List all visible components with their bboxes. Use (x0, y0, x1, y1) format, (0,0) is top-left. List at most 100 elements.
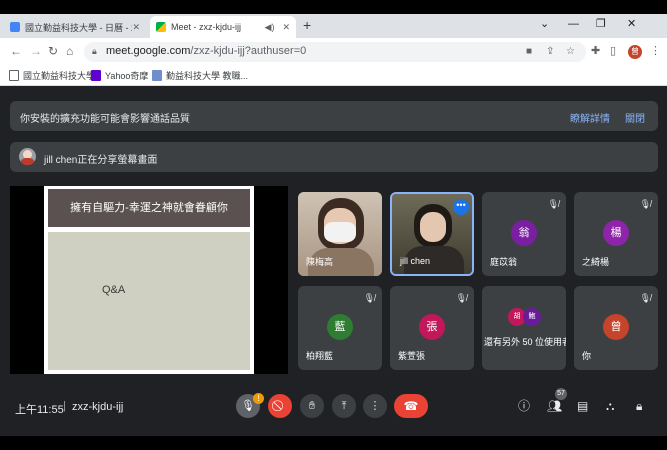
presenting-bar: jill chen正在分享螢幕畫面 (10, 142, 658, 172)
profile-avatar[interactable]: 曾 (628, 45, 642, 59)
info-icon[interactable]: ⓘ (518, 399, 530, 413)
bookmark-label: Yahoo奇摩 (105, 71, 149, 81)
avatar: 鮑 (523, 308, 541, 326)
mic-off-icon: 🎙︎̸ (455, 293, 467, 303)
bookmark-label: 勤益科技大學 教職... (166, 71, 249, 81)
camera-icon[interactable]: ■ (526, 46, 532, 57)
extension-warning-banner: 你安裝的擴充功能可能會影響通話品質 瞭解詳情 關閉 (10, 101, 658, 131)
participant-tile[interactable]: 🎙︎̸ 楊 之綺楊 (574, 192, 658, 276)
avatar: 楊 (603, 220, 629, 246)
home-icon[interactable]: ⌂ (66, 44, 73, 58)
url-host: meet.google.com (106, 45, 191, 57)
slide-text: Q&A (102, 284, 126, 296)
tab-title: Meet - zxz-kjdu-ijj (171, 22, 242, 32)
participant-count-badge: 57 (555, 388, 567, 400)
presenting-text: jill chen正在分享螢幕畫面 (44, 155, 158, 166)
meet-icon (156, 22, 166, 32)
host-controls-icon[interactable]: 🔒︎ (636, 399, 642, 413)
camera-toggle-button[interactable]: ⃠ (268, 394, 292, 418)
participant-name: 紫萱張 (398, 351, 426, 361)
avatar: 張 (419, 314, 445, 340)
back-icon[interactable]: ← (10, 44, 22, 58)
clock: 上午11:55 (15, 404, 64, 416)
close-tab-icon[interactable]: ✕ (282, 22, 290, 33)
url-path: /zxz-kjdu-ijj?authuser=0 (190, 45, 307, 57)
speaker-icon[interactable]: ◀) (265, 22, 275, 33)
slide: 擁有自驅力-幸運之神就會眷顧你 Q&A (44, 186, 254, 374)
bookmark-item[interactable]: Yahoo奇摩 (91, 69, 148, 82)
self-tile[interactable]: 🎙︎̸ 曾 你 (574, 286, 658, 370)
chat-icon[interactable]: ▤ (577, 399, 588, 413)
people-icon[interactable]: 👥︎ (547, 399, 562, 413)
divider: | (63, 400, 66, 412)
tab-meet[interactable]: Meet - zxz-kjdu-ijj ◀) ✕ (150, 16, 296, 38)
tab-bar: 國立勤益科技大學 - 日曆 - 2022年... ✕ Meet - zxz-kj… (0, 14, 667, 38)
slide-body: Q&A (48, 232, 250, 370)
present-button[interactable]: ⤒ (332, 394, 356, 418)
banner-message: 你安裝的擴充功能可能會影響通話品質 (20, 114, 190, 125)
others-tile[interactable]: 胡 鮑 還有另外 50 位使用者 (482, 286, 566, 370)
more-options-button[interactable]: ⋮ (363, 394, 387, 418)
participant-tile[interactable]: ••• jill chen (390, 192, 474, 276)
bottom-bezel (0, 436, 667, 450)
warning-badge: ! (253, 393, 264, 404)
participant-tile[interactable]: 陳梅高 (298, 192, 382, 276)
participant-tile[interactable]: 🎙︎̸ 張 紫萱張 (390, 286, 474, 370)
forward-icon[interactable]: → (30, 44, 42, 58)
toolbar: ← → ↻ ⌂ 🔒︎ meet.google.com/zxz-kjdu-ijj?… (0, 38, 667, 66)
learn-more-link[interactable]: 瞭解詳情 (570, 110, 610, 125)
avatar: 翁 (511, 220, 537, 246)
meeting-code: zxz-kjdu-ijj (72, 401, 124, 413)
bookmark-label: 國立勤益科技大學 (23, 71, 96, 81)
yahoo-icon (91, 70, 101, 81)
participant-name: 柏翔藍 (306, 351, 334, 361)
bookmarks-bar: 國立勤益科技大學 Yahoo奇摩 勤益科技大學 教職... (0, 66, 667, 86)
top-bezel (0, 0, 667, 14)
participant-tile[interactable]: 🎙︎̸ 翁 庭苡翁 (482, 192, 566, 276)
tab-calendar[interactable]: 國立勤益科技大學 - 日曆 - 2022年... ✕ (4, 16, 146, 38)
reload-icon[interactable]: ↻ (48, 44, 58, 58)
mic-off-icon: 🎙︎̸ (363, 293, 375, 303)
participant-name: 你 (582, 351, 592, 361)
mic-off-icon: 🎙︎̸ (639, 199, 651, 209)
sidepanel-icon[interactable]: ▯ (610, 44, 616, 57)
slide-title: 擁有自驅力-幸運之神就會眷顧你 (48, 189, 250, 227)
avatar: 藍 (327, 314, 353, 340)
bookmark-item[interactable]: 國立勤益科技大學 (9, 69, 95, 82)
school-shield-icon (152, 70, 162, 81)
close-window-icon[interactable]: ✕ (627, 18, 636, 30)
tab-title: 國立勤益科技大學 - 日曆 - 2022年... (25, 22, 132, 33)
new-tab-button[interactable]: + (303, 18, 311, 32)
minimize-icon[interactable]: — (568, 18, 579, 30)
participant-tile[interactable]: 🎙︎̸ 藍 柏翔藍 (298, 286, 382, 370)
bookmark-item[interactable]: 勤益科技大學 教職... (152, 69, 248, 82)
avatar: 曾 (603, 314, 629, 340)
participant-name: 庭苡翁 (490, 257, 518, 267)
participant-name: 陳梅高 (306, 257, 334, 267)
screen-share-view[interactable]: 擁有自驅力-幸運之神就會眷顧你 Q&A (10, 186, 288, 374)
presenter-avatar (19, 148, 36, 165)
mic-off-icon: 🎙︎̸ (639, 293, 651, 303)
tab-search-icon[interactable]: ⌄ (540, 18, 549, 30)
dismiss-button[interactable]: 關閉 (625, 110, 645, 125)
others-count-label: 還有另外 50 位使用者 (484, 337, 566, 347)
address-bar[interactable]: 🔒︎ meet.google.com/zxz-kjdu-ijj?authuser… (84, 42, 586, 62)
close-tab-icon[interactable]: ✕ (132, 22, 140, 33)
extensions-icon[interactable]: ✚ (591, 44, 600, 57)
participant-name: jill chen (400, 256, 431, 266)
url-text: meet.google.com/zxz-kjdu-ijj?authuser=0 (106, 45, 306, 57)
activities-icon[interactable]: ⛬ (606, 399, 614, 413)
bookmark-star-icon[interactable]: ☆ (566, 46, 575, 57)
mic-off-icon: 🎙︎̸ (547, 199, 559, 209)
menu-icon[interactable]: ⋮ (650, 44, 661, 57)
calendar-icon (10, 22, 20, 32)
more-options-icon[interactable]: ••• (453, 199, 469, 215)
screen: 國立勤益科技大學 - 日曆 - 2022年... ✕ Meet - zxz-kj… (0, 0, 667, 450)
restore-icon[interactable]: ❐ (596, 18, 606, 30)
share-icon[interactable]: ⇪ (546, 46, 554, 57)
leave-call-button[interactable]: ☎︎ (394, 394, 428, 418)
raise-hand-button[interactable]: ✋︎ (300, 394, 324, 418)
page-icon (9, 70, 19, 81)
participant-name: 之綺楊 (582, 257, 610, 267)
lock-icon[interactable]: 🔒︎ (92, 46, 97, 57)
